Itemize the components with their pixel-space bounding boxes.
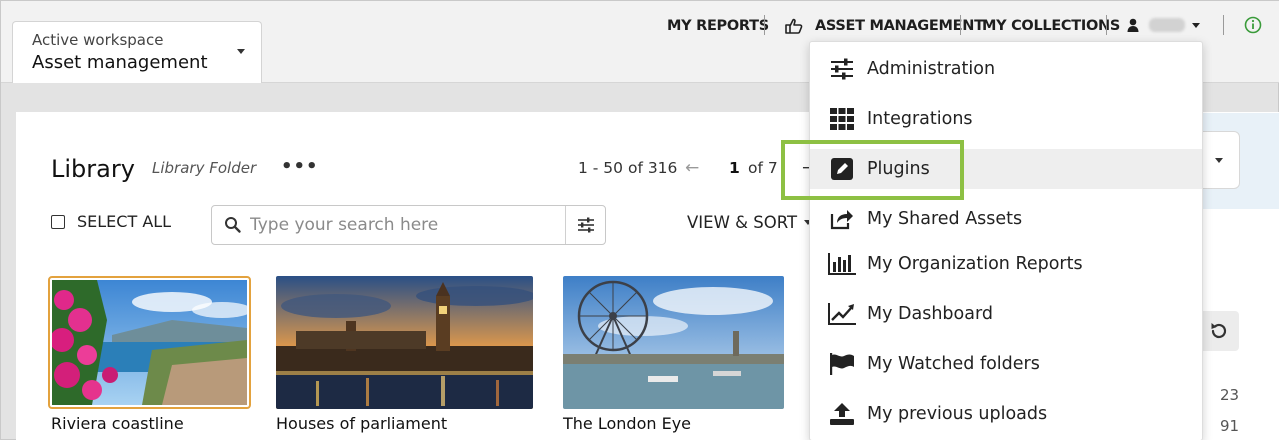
menu-item-label: My Dashboard <box>867 304 993 324</box>
nav-asset-management-label: ASSET MANAGEMENT <box>815 18 984 34</box>
select-all-label: SELECT ALL <box>77 212 172 231</box>
view-sort-button[interactable]: VIEW & SORT <box>687 213 797 232</box>
workspace-value: Asset management <box>32 52 208 73</box>
menu-item-my-watched-folders[interactable]: My Watched folders <box>810 344 1202 384</box>
asset-thumbnail <box>50 280 249 405</box>
user-dropdown-menu: Administration Integrations Plugins My S… <box>809 41 1203 440</box>
pagination-range: 1 - 50 of 316 <box>578 159 678 177</box>
nav-my-reports[interactable]: MY REPORTS <box>667 15 769 37</box>
menu-item-label: My Organization Reports <box>867 254 1083 274</box>
partial-value: 91 <box>1220 417 1240 435</box>
library-title: Library <box>51 155 135 183</box>
workspace-selector[interactable]: Active workspace Asset management <box>12 21 262 83</box>
nav-divider <box>1106 15 1107 35</box>
menu-item-label: Administration <box>867 59 996 79</box>
refresh-button[interactable] <box>1199 311 1239 351</box>
select-all[interactable]: SELECT ALL <box>51 212 171 231</box>
share-icon <box>828 207 856 231</box>
asset-card[interactable] <box>48 276 251 409</box>
menu-item-administration[interactable]: Administration <box>810 49 1202 89</box>
caret-down-icon[interactable] <box>1215 158 1223 163</box>
upload-icon <box>828 402 856 426</box>
filter-sliders-icon <box>577 217 594 233</box>
refresh-icon <box>1211 323 1227 339</box>
nav-divider <box>764 15 765 35</box>
flag-icon <box>828 352 856 376</box>
menu-item-integrations[interactable]: Integrations <box>810 99 1202 139</box>
bar-chart-icon <box>828 252 856 276</box>
menu-item-label: Integrations <box>867 109 973 129</box>
menu-item-my-shared-assets[interactable]: My Shared Assets <box>810 199 1202 239</box>
thumbs-up-icon <box>785 18 803 34</box>
caret-down-icon <box>237 49 245 54</box>
asset-thumbnail <box>276 276 533 409</box>
line-chart-icon <box>828 302 856 326</box>
grid-icon <box>828 107 856 131</box>
workspace-label: Active workspace <box>32 31 164 49</box>
menu-item-label: My Watched folders <box>867 354 1040 374</box>
asset-caption[interactable]: Riviera coastline <box>51 414 184 433</box>
arrow-left-icon[interactable]: ← <box>685 158 699 178</box>
sliders-icon <box>828 57 856 81</box>
plugins-highlight-box <box>781 140 964 200</box>
menu-item-label: My Shared Assets <box>867 209 1023 229</box>
menu-item-my-previous-uploads[interactable]: My previous uploads <box>810 394 1202 434</box>
nav-divider <box>1223 15 1224 35</box>
menu-item-my-organization-reports[interactable]: My Organization Reports <box>810 244 1202 284</box>
select-all-checkbox[interactable] <box>51 214 65 229</box>
search-box <box>211 205 606 245</box>
nav-my-collections[interactable]: MY COLLECTIONS <box>982 15 1120 37</box>
filter-button[interactable] <box>565 206 605 244</box>
caret-down-icon[interactable] <box>1192 23 1200 28</box>
info-icon[interactable] <box>1244 16 1262 34</box>
search-icon <box>225 217 241 233</box>
nav-divider <box>960 15 961 35</box>
asset-thumbnail <box>563 276 784 409</box>
partial-value: 23 <box>1220 386 1240 404</box>
library-folder-label: Library Folder <box>152 159 257 177</box>
menu-item-my-dashboard[interactable]: My Dashboard <box>810 294 1202 334</box>
search-input[interactable] <box>250 214 560 236</box>
pagination-total: of 7 <box>748 159 778 177</box>
pagination-current-page[interactable]: 1 <box>729 159 740 177</box>
asset-card[interactable] <box>563 276 784 409</box>
asset-card[interactable] <box>276 276 533 409</box>
menu-item-label: My previous uploads <box>867 404 1048 424</box>
user-icon[interactable] <box>1127 18 1139 32</box>
user-name-blurred[interactable] <box>1149 18 1185 32</box>
more-options-icon[interactable]: ••• <box>281 156 319 177</box>
nav-asset-management[interactable]: ASSET MANAGEMENT <box>785 15 984 37</box>
asset-caption[interactable]: Houses of parliament <box>276 414 447 433</box>
asset-caption[interactable]: The London Eye <box>563 414 691 433</box>
